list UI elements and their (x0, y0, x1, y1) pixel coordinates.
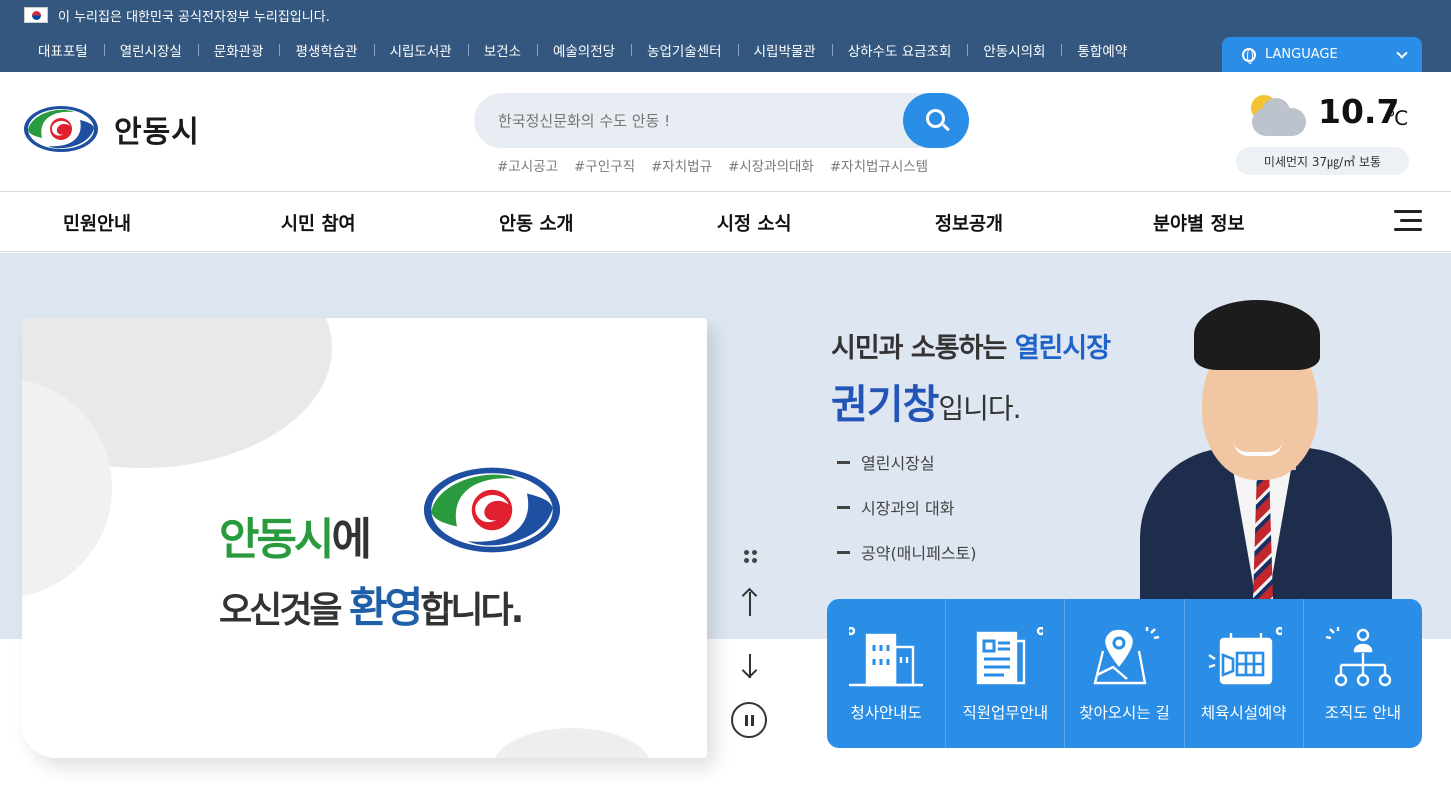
quick-item-label: 청사안내도 (850, 704, 922, 722)
main-nav-item[interactable]: 민원안내 (63, 210, 131, 236)
quick-item-label: 체육시설예약 (1200, 704, 1287, 722)
quick-item-staff[interactable]: 직원업무안내 (946, 599, 1066, 748)
top-nav-item[interactable]: 상하수도 요금조회 (831, 40, 968, 60)
top-nav-item[interactable]: 문화관광 (197, 40, 280, 60)
main-nav-item[interactable]: 시정 소식 (717, 210, 792, 236)
search-bar (474, 93, 969, 148)
mayor-link-manifesto[interactable]: 공약(매니페스토) (837, 540, 977, 564)
top-nav: 대표포털 열린시장실 문화관광 평생학습관 시립도서관 보건소 예술의전당 농업… (22, 40, 1143, 60)
search-tags: #고시공고 #구인구직 #자치법규 #시장과의대화 #자치법규시스템 (497, 155, 928, 175)
org-chart-icon (1325, 627, 1392, 687)
top-nav-item[interactable]: 대표포털 (22, 40, 104, 60)
top-nav-item[interactable]: 예술의전당 (536, 40, 631, 60)
map-pin-icon (1093, 627, 1160, 685)
quick-item-org[interactable]: 조직도 안내 (1304, 599, 1422, 748)
mayor-intro: 권기창입니다. (831, 382, 1022, 428)
arrow-up-icon[interactable] (740, 587, 760, 618)
slide-dots-icon[interactable] (743, 548, 759, 564)
quick-item-label: 찾아오시는 길 (1079, 704, 1170, 722)
site-logo[interactable]: 안동시 (22, 104, 200, 154)
document-icon (977, 627, 1044, 685)
logo-text: 안동시 (114, 115, 200, 150)
building-icon (849, 627, 923, 687)
search-tag[interactable]: #시장과의대화 (728, 155, 814, 175)
main-nav-item[interactable]: 안동 소개 (499, 210, 574, 236)
search-input[interactable] (498, 93, 898, 148)
welcome-line-1: 안동시에 (219, 514, 372, 565)
mayor-link-dialogue[interactable]: 시장과의 대화 (837, 495, 954, 519)
chevron-down-icon (1396, 47, 1408, 59)
gov-banner-text: 이 누리집은 대한민국 공식전자정부 누리집입니다. (58, 9, 330, 25)
andong-emblem-icon (423, 467, 561, 553)
top-nav-item[interactable]: 안동시의회 (967, 40, 1061, 60)
pause-icon[interactable] (731, 702, 767, 738)
top-nav-item[interactable]: 농업기술센터 (631, 40, 738, 60)
quick-item-building[interactable]: 청사안내도 (827, 599, 947, 748)
top-nav-item[interactable]: 시립도서관 (373, 40, 468, 60)
top-nav-item[interactable]: 통합예약 (1061, 40, 1143, 60)
fine-dust-badge: 미세먼지 37㎍/㎥ 보통 (1236, 147, 1409, 175)
language-label: LANGUAGE (1265, 47, 1338, 62)
top-nav-item[interactable]: 보건소 (467, 40, 537, 60)
gov-banner: 이 누리집은 대한민국 공식전자정부 누리집입니다. (24, 5, 330, 25)
search-tag[interactable]: #자치법규 (651, 155, 712, 175)
arrow-down-icon[interactable] (740, 650, 760, 680)
search-tag[interactable]: #고시공고 (497, 155, 558, 175)
main-nav-item[interactable]: 분야별 정보 (1153, 210, 1245, 236)
main-nav-item[interactable]: 정보공개 (935, 210, 1003, 236)
top-nav-item[interactable]: 열린시장실 (103, 40, 198, 60)
top-bar: 이 누리집은 대한민국 공식전자정부 누리집입니다. 대표포털 열린시장실 문화… (0, 0, 1451, 72)
main-nav-item[interactable]: 시민 참여 (281, 210, 356, 236)
search-tag[interactable]: #자치법규시스템 (830, 155, 928, 175)
globe-icon (1242, 47, 1256, 64)
menu-icon[interactable] (1394, 208, 1422, 234)
mayor-photo (1140, 300, 1392, 600)
mayor-tagline: 시민과 소통하는 열린시장 (831, 333, 1111, 364)
top-nav-item[interactable]: 시립박물관 (737, 40, 832, 60)
main-nav: 민원안내 시민 참여 안동 소개 시정 소식 정보공개 분야별 정보 (0, 192, 1451, 252)
andong-emblem-icon (24, 106, 98, 152)
calendar-icon (1207, 627, 1282, 685)
quick-item-directions[interactable]: 찾아오시는 길 (1065, 599, 1185, 748)
korea-flag-icon (24, 7, 48, 23)
temperature-unit: ℃ (1386, 106, 1409, 130)
quick-menu: 청사안내도 직원업무안내 찾아오시는 길 체육시설예약 조직도 안내 (827, 599, 1422, 748)
quick-item-label: 직원업무안내 (962, 704, 1049, 722)
language-select[interactable]: LANGUAGE (1222, 37, 1422, 72)
search-button[interactable] (903, 93, 969, 148)
welcome-banner[interactable]: 안동시에 오신것을 환영합니다. (22, 318, 707, 758)
welcome-line-2: 오신것을 환영합니다. (219, 583, 524, 632)
quick-item-sports[interactable]: 체육시설예약 (1185, 599, 1304, 748)
search-tag[interactable]: #구인구직 (574, 155, 635, 175)
quick-item-label: 조직도 안내 (1324, 704, 1402, 722)
mayor-link-office[interactable]: 열린시장실 (837, 450, 935, 474)
top-nav-item[interactable]: 평생학습관 (279, 40, 373, 60)
